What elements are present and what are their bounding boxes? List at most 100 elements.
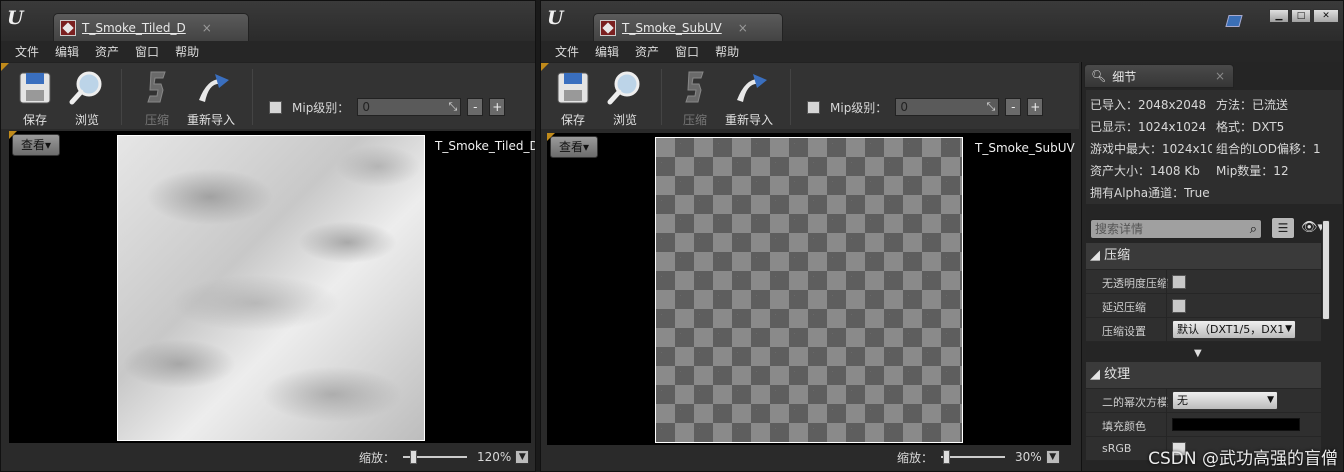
- info-format: 格式：DXT5: [1216, 120, 1285, 134]
- zoom-slider-handle[interactable]: [943, 450, 951, 464]
- title-bar[interactable]: U T_Smoke_SubUV × ▁ □ ✕: [541, 1, 1343, 41]
- tab-close-icon[interactable]: ×: [738, 21, 748, 35]
- menu-bar: 文件 编辑 资产 窗口 帮助: [541, 41, 1343, 62]
- details-scrollbar[interactable]: [1322, 220, 1330, 320]
- mip-level-label: Mip级别：: [292, 100, 350, 115]
- eye-visibility-icon[interactable]: 👁︎▾: [1301, 220, 1324, 235]
- browse-label: 浏览: [74, 113, 99, 127]
- search-details-input[interactable]: 搜索详情 ⌕: [1090, 219, 1262, 239]
- menu-asset[interactable]: 资产: [629, 43, 669, 60]
- reimport-button[interactable]: 重新导入: [185, 67, 241, 128]
- zoom-label: 缩放：: [359, 450, 396, 465]
- mip-increment-button[interactable]: +: [1027, 98, 1044, 116]
- view-menu-button[interactable]: 查看▾: [12, 134, 61, 156]
- zoom-value: 120%: [477, 450, 512, 464]
- menu-window[interactable]: 窗口: [129, 43, 169, 60]
- texture-viewport[interactable]: 查看▾ T_Smoke_SubUV: [547, 133, 1075, 445]
- reimport-label: 重新导入: [724, 113, 773, 127]
- mip-decrement-button[interactable]: -: [1005, 98, 1022, 116]
- compress-label: 压缩: [682, 113, 707, 127]
- reimport-button[interactable]: 重新导入: [723, 67, 779, 128]
- list-view-icon[interactable]: ☰: [1271, 217, 1295, 239]
- texture-editor-window-subuv: U T_Smoke_SubUV × ▁ □ ✕ 文件 编辑 资产 窗口 帮助 保…: [540, 0, 1344, 472]
- tab-close-icon[interactable]: ×: [202, 21, 212, 35]
- compress-icon: [667, 67, 723, 109]
- minimize-button[interactable]: ▁: [1269, 9, 1289, 23]
- defer-compression-checkbox[interactable]: [1172, 299, 1186, 313]
- menu-bar: 文件 编辑 资产 窗口 帮助: [1, 41, 535, 62]
- section-texture[interactable]: ◢ 纹理: [1086, 362, 1321, 388]
- menu-help[interactable]: 帮助: [169, 43, 209, 60]
- prop-label: 延迟压缩: [1102, 301, 1146, 314]
- zoom-slider[interactable]: [403, 450, 468, 464]
- title-bar[interactable]: U T_Smoke_Tiled_D ×: [1, 1, 535, 41]
- compress-icon: [129, 67, 185, 109]
- compress-button[interactable]: 压缩: [667, 67, 723, 128]
- toolbar-divider: [252, 69, 253, 125]
- search-placeholder: 搜索详情: [1095, 222, 1144, 236]
- details-panel: 🔍︎ 细节 × 已导入：2048x2048 方法：已流送 已显示：1024x10…: [1081, 62, 1343, 471]
- browse-button[interactable]: 浏览: [597, 67, 653, 128]
- texture-viewport[interactable]: 查看▾ T_Smoke_Tiled_D: [9, 131, 535, 443]
- zoom-slider[interactable]: [941, 450, 1006, 464]
- menu-help[interactable]: 帮助: [709, 43, 749, 60]
- zoom-slider-handle[interactable]: [410, 450, 418, 464]
- info-mip-count: Mip数量：12: [1216, 164, 1289, 178]
- mip-level-checkbox[interactable]: [269, 100, 282, 114]
- zoom-value: 30%: [1015, 450, 1042, 464]
- tab-title: T_Smoke_SubUV: [622, 20, 722, 35]
- viewport-corner-marker: [547, 133, 555, 141]
- prop-label: 二的幂次方模: [1102, 396, 1168, 409]
- maximize-button[interactable]: □: [1291, 9, 1311, 23]
- mip-level-checkbox[interactable]: [807, 100, 820, 114]
- tab-texture-tiled[interactable]: T_Smoke_Tiled_D ×: [53, 13, 249, 41]
- prop-label: 填充颜色: [1102, 420, 1146, 433]
- fill-color-swatch[interactable]: [1172, 418, 1300, 431]
- menu-file[interactable]: 文件: [9, 43, 49, 60]
- magnifier-icon: [59, 67, 115, 109]
- prop-compression-settings: 压缩设置 默认（DXT1/5，DX1: [1086, 318, 1321, 342]
- tab-details[interactable]: 🔍︎ 细节 ×: [1084, 64, 1234, 88]
- no-alpha-checkbox[interactable]: [1172, 275, 1186, 289]
- details-tab-title: 细节: [1112, 69, 1137, 84]
- menu-edit[interactable]: 编辑: [589, 43, 629, 60]
- compression-settings-dropdown[interactable]: 默认（DXT1/5，DX1: [1172, 320, 1296, 339]
- search-icon: ⌕: [1249, 222, 1257, 237]
- menu-file[interactable]: 文件: [549, 43, 589, 60]
- tab-texture-subuv[interactable]: T_Smoke_SubUV ×: [593, 13, 783, 41]
- save-icon: [7, 67, 63, 109]
- texture-name-label: T_Smoke_Tiled_D: [435, 139, 536, 153]
- graduation-cap-icon[interactable]: [1225, 15, 1243, 27]
- window-controls: ▁ □ ✕: [1267, 9, 1339, 23]
- toolbar: 保存 浏览 压缩 重新导入 Mip级别： 0 - +: [1, 62, 535, 129]
- save-button[interactable]: 保存: [7, 67, 63, 128]
- mip-increment-button[interactable]: +: [489, 98, 506, 116]
- prop-power-of-two-mode: 二的幂次方模 无: [1086, 389, 1321, 413]
- info-game-max: 游戏中最大：1024x10: [1090, 142, 1212, 156]
- compress-button[interactable]: 压缩: [129, 67, 185, 128]
- power-of-two-dropdown[interactable]: 无: [1172, 391, 1278, 410]
- mip-level-input[interactable]: 0: [895, 98, 1000, 116]
- menu-window[interactable]: 窗口: [669, 43, 709, 60]
- mip-decrement-button[interactable]: -: [467, 98, 484, 116]
- prop-no-alpha-compression: 无透明度压缩: [1086, 270, 1321, 294]
- zoom-label: 缩放：: [897, 450, 934, 465]
- view-menu-button[interactable]: 查看▾: [550, 136, 599, 158]
- save-icon: [545, 67, 601, 109]
- reimport-icon: [185, 67, 241, 109]
- browse-button[interactable]: 浏览: [59, 67, 115, 128]
- zoom-dropdown-arrow-icon[interactable]: ▼: [515, 450, 530, 464]
- prop-defer-compression: 延迟压缩: [1086, 294, 1321, 318]
- reimport-icon: [723, 67, 779, 109]
- menu-edit[interactable]: 编辑: [49, 43, 89, 60]
- info-has-alpha: 拥有Alpha通道：True: [1090, 186, 1210, 200]
- zoom-control: 缩放： 30% ▼: [897, 447, 1060, 467]
- save-button[interactable]: 保存: [545, 67, 601, 128]
- expand-advanced-icon[interactable]: ▼: [1194, 348, 1202, 359]
- mip-level-input[interactable]: 0: [357, 98, 462, 116]
- details-tab-close-icon[interactable]: ×: [1215, 69, 1225, 83]
- zoom-dropdown-arrow-icon[interactable]: ▼: [1045, 450, 1060, 464]
- close-button[interactable]: ✕: [1313, 9, 1339, 23]
- menu-asset[interactable]: 资产: [89, 43, 129, 60]
- section-compression[interactable]: ◢ 压缩: [1086, 243, 1321, 269]
